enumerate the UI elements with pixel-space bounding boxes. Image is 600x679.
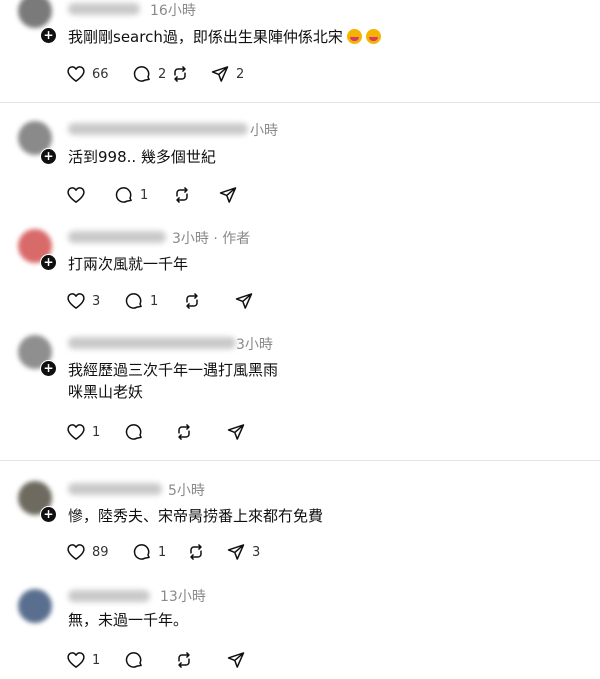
reply-count: 1 bbox=[140, 187, 149, 203]
reply-button[interactable]: 1 bbox=[132, 542, 186, 562]
repost-button[interactable] bbox=[170, 64, 210, 84]
follow-plus-icon[interactable]: + bbox=[40, 506, 57, 523]
comment-bubble-icon bbox=[133, 66, 150, 82]
heart-icon bbox=[67, 66, 85, 82]
comment-text: 我經歷過三次千年一遇打風黑雨 咪黑山老妖 bbox=[68, 361, 279, 401]
username[interactable] bbox=[68, 231, 166, 243]
reply-button[interactable]: 1 bbox=[114, 185, 172, 205]
follow-plus-icon[interactable]: + bbox=[40, 148, 57, 165]
timestamp: 小時 bbox=[250, 123, 278, 139]
follow-plus-icon[interactable]: + bbox=[40, 27, 57, 44]
comment-text: 慘，陸秀夫、宋帝昺捞番上來都冇免費 bbox=[68, 507, 324, 525]
share-button[interactable] bbox=[218, 185, 238, 205]
timestamp: 13小時 bbox=[160, 589, 206, 605]
repost-button[interactable] bbox=[174, 422, 226, 442]
send-icon bbox=[235, 293, 253, 309]
send-icon bbox=[211, 66, 229, 82]
comment-bubble-icon bbox=[125, 293, 142, 309]
rofl-emoji-icon bbox=[346, 29, 362, 44]
repost-icon bbox=[190, 544, 202, 560]
username[interactable] bbox=[68, 337, 236, 349]
username[interactable] bbox=[68, 3, 140, 15]
reply-button[interactable] bbox=[124, 650, 174, 670]
comment-bubble-icon bbox=[115, 187, 132, 203]
follow-plus-icon[interactable]: + bbox=[40, 360, 57, 377]
reply-count: 2 bbox=[158, 66, 167, 82]
like-button[interactable]: 89 bbox=[66, 542, 132, 562]
comment-bubble-icon bbox=[133, 544, 150, 560]
like-count: 1 bbox=[92, 652, 101, 668]
heart-icon bbox=[67, 544, 85, 560]
timestamp: 5小時 bbox=[168, 483, 205, 499]
reply-count: 1 bbox=[150, 293, 159, 309]
comment-text: 打兩次風就一千年 bbox=[68, 255, 189, 273]
comment-text: 我剛剛search過，即係出生果陣仲係北宋 bbox=[68, 26, 381, 48]
comment-text: 無，未過一千年。 bbox=[68, 611, 189, 629]
username[interactable] bbox=[68, 590, 150, 602]
share-button[interactable]: 2 bbox=[210, 64, 244, 84]
heart-icon bbox=[67, 187, 85, 203]
divider bbox=[0, 102, 600, 103]
comment-text-content: 我剛剛search過，即係出生果陣仲係北宋 bbox=[68, 28, 343, 46]
comment-text: 活到998.. 幾多個世紀 bbox=[68, 148, 216, 166]
send-icon bbox=[227, 652, 245, 668]
reply-button[interactable] bbox=[124, 422, 174, 442]
timestamp: 16小時 bbox=[150, 3, 196, 19]
reply-count: 1 bbox=[158, 544, 167, 560]
action-bar: 1 bbox=[66, 421, 246, 443]
username[interactable] bbox=[68, 483, 162, 495]
repost-button[interactable] bbox=[182, 291, 234, 311]
repost-button[interactable] bbox=[186, 542, 226, 562]
repost-icon bbox=[176, 187, 188, 203]
like-button[interactable]: 1 bbox=[66, 422, 124, 442]
like-button[interactable] bbox=[66, 185, 114, 205]
repost-button[interactable] bbox=[174, 650, 226, 670]
share-count: 3 bbox=[252, 544, 261, 560]
action-bar: 89 1 3 bbox=[66, 541, 260, 563]
share-button[interactable] bbox=[226, 650, 246, 670]
reply-button[interactable]: 1 bbox=[124, 291, 182, 311]
action-bar: 1 bbox=[66, 649, 246, 671]
avatar[interactable] bbox=[18, 0, 52, 28]
share-count: 2 bbox=[236, 66, 245, 82]
send-icon bbox=[219, 187, 237, 203]
repost-icon bbox=[178, 652, 190, 668]
like-button[interactable]: 1 bbox=[66, 650, 124, 670]
send-icon bbox=[227, 424, 245, 440]
divider bbox=[0, 460, 600, 461]
action-bar: 1 bbox=[66, 184, 238, 206]
action-bar: 3 1 bbox=[66, 290, 254, 312]
share-button[interactable]: 3 bbox=[226, 542, 260, 562]
like-button[interactable]: 66 bbox=[66, 64, 132, 84]
repost-icon bbox=[186, 293, 198, 309]
repost-icon bbox=[174, 66, 186, 82]
share-button[interactable] bbox=[234, 291, 254, 311]
like-count: 3 bbox=[92, 293, 101, 309]
like-count: 1 bbox=[92, 424, 101, 440]
like-count: 89 bbox=[92, 544, 109, 560]
avatar[interactable] bbox=[18, 589, 52, 623]
heart-icon bbox=[67, 652, 85, 668]
heart-icon bbox=[67, 293, 85, 309]
follow-plus-icon[interactable]: + bbox=[40, 254, 57, 271]
heart-icon bbox=[67, 424, 85, 440]
action-bar: 66 2 2 bbox=[66, 63, 244, 85]
repost-icon bbox=[178, 424, 190, 440]
comment-bubble-icon bbox=[125, 652, 142, 668]
comment-bubble-icon bbox=[125, 424, 142, 440]
send-icon bbox=[227, 544, 245, 560]
username[interactable] bbox=[68, 123, 248, 135]
like-button[interactable]: 3 bbox=[66, 291, 124, 311]
reply-button[interactable]: 2 bbox=[132, 64, 170, 84]
timestamp: 3小時 · 作者 bbox=[172, 231, 251, 247]
repost-button[interactable] bbox=[172, 185, 218, 205]
like-count: 66 bbox=[92, 66, 109, 82]
timestamp: 3小時 bbox=[236, 337, 273, 353]
share-button[interactable] bbox=[226, 422, 246, 442]
rofl-emoji-icon bbox=[365, 29, 381, 44]
